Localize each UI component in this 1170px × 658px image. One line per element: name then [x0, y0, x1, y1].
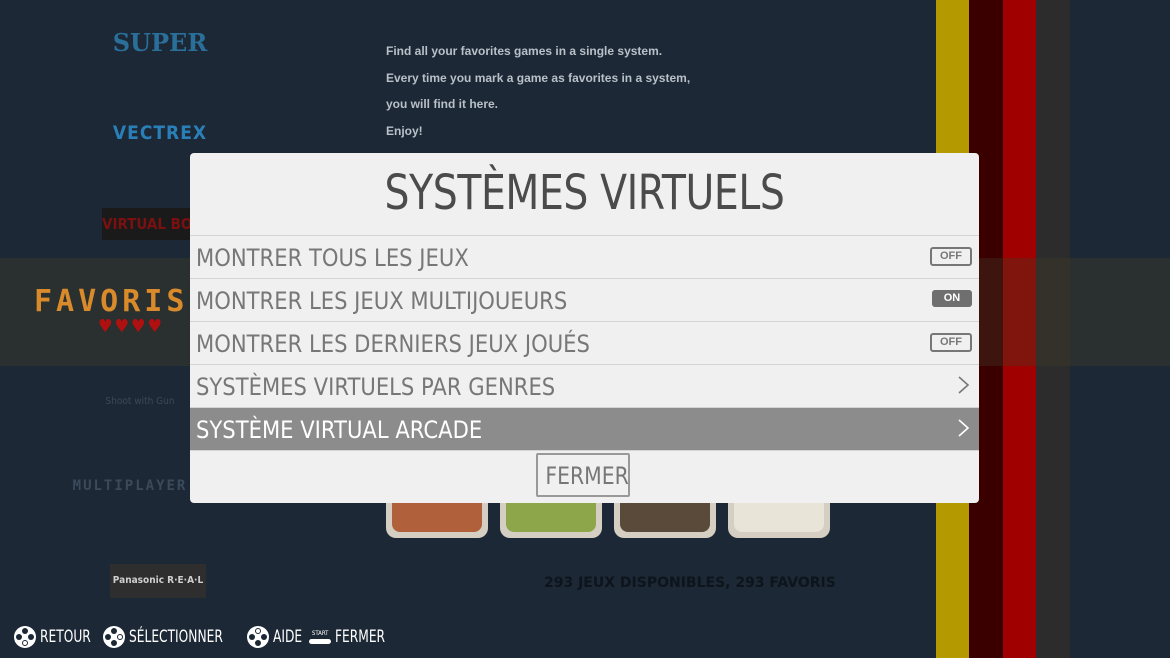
close-button-label: FERMER	[545, 462, 629, 490]
help-back: RETOUR	[14, 626, 95, 648]
toggle-switch[interactable]: OFF	[930, 333, 972, 352]
chevron-right-icon	[958, 376, 970, 394]
option-show-multiplayer-games[interactable]: MONTRER LES JEUX MULTIJOUEURS ON	[190, 278, 979, 321]
divider	[190, 450, 979, 452]
option-label: MONTRER LES JEUX MULTIJOUEURS	[196, 287, 568, 315]
system-logo-shoot-with-gun[interactable]: Shoot with Gun	[70, 396, 210, 407]
option-label: SYSTÈME VIRTUAL ARCADE	[196, 416, 483, 444]
options-list: MONTRER TOUS LES JEUX OFF MONTRER LES JE…	[190, 235, 979, 452]
system-logo-vectrex[interactable]: VECTREX	[90, 122, 230, 144]
help-select: SÉLECTIONNER	[103, 626, 238, 648]
toggle-switch[interactable]: ON	[932, 290, 972, 307]
option-show-last-played[interactable]: MONTRER LES DERNIERS JEUX JOUÉS OFF	[190, 321, 979, 364]
option-virtual-arcade-system[interactable]: SYSTÈME VIRTUAL ARCADE	[190, 407, 979, 450]
help-back-label: RETOUR	[40, 627, 91, 647]
system-logo-panasonic-real[interactable]: Panasonic R·E·A·L	[110, 564, 206, 598]
games-count-status: 293 JEUX DISPONIBLES, 293 FAVORIS	[544, 575, 836, 591]
system-logo-super[interactable]: SUPER	[90, 28, 230, 57]
description-line: Find all your favorites games in a singl…	[386, 44, 663, 58]
hearts-icon: ♥♥♥♥	[98, 316, 165, 337]
description-line: Enjoy!	[386, 123, 423, 138]
dialog-title: SYSTÈMES VIRTUELS	[384, 165, 785, 221]
start-button-text: START	[311, 629, 329, 637]
help-bar: RETOUR SÉLECTIONNER AIDE START FERMER	[14, 626, 390, 648]
start-button-icon: START	[309, 629, 332, 644]
system-logo-favoris[interactable]: FAVORIS	[34, 284, 184, 319]
virtual-systems-dialog: SYSTÈMES VIRTUELS MONTRER TOUS LES JEUX …	[190, 153, 979, 503]
help-close-label: FERMER	[335, 627, 386, 647]
option-virtual-systems-by-genre[interactable]: SYSTÈMES VIRTUELS PAR GENRES	[190, 364, 979, 407]
description-line: you will find it here.	[386, 97, 499, 111]
help-help-label: AIDE	[272, 627, 302, 647]
option-label: MONTRER LES DERNIERS JEUX JOUÉS	[196, 330, 590, 358]
system-logo-virtual-boy[interactable]: VIRTUAL BOY	[102, 208, 192, 240]
help-close: START FERMER	[309, 627, 390, 647]
description-line: Every time you mark a game as favorites …	[386, 70, 691, 85]
option-show-all-games[interactable]: MONTRER TOUS LES JEUX OFF	[190, 235, 979, 278]
toggle-switch[interactable]: OFF	[930, 247, 972, 266]
help-help: AIDE	[246, 626, 302, 648]
gamepad-buttons-icon	[246, 626, 269, 648]
option-label: MONTRER TOUS LES JEUX	[196, 244, 469, 272]
chevron-right-icon	[958, 419, 970, 437]
system-logo-multiplayer[interactable]: MULTIPLAYER	[60, 478, 200, 494]
gamepad-buttons-icon	[14, 626, 36, 648]
help-select-label: SÉLECTIONNER	[129, 627, 224, 647]
close-button[interactable]: FERMER	[536, 453, 630, 497]
option-label: SYSTÈMES VIRTUELS PAR GENRES	[196, 373, 556, 401]
gamepad-buttons-icon	[103, 626, 126, 648]
system-description: Find all your favorites games in a singl…	[386, 38, 726, 144]
